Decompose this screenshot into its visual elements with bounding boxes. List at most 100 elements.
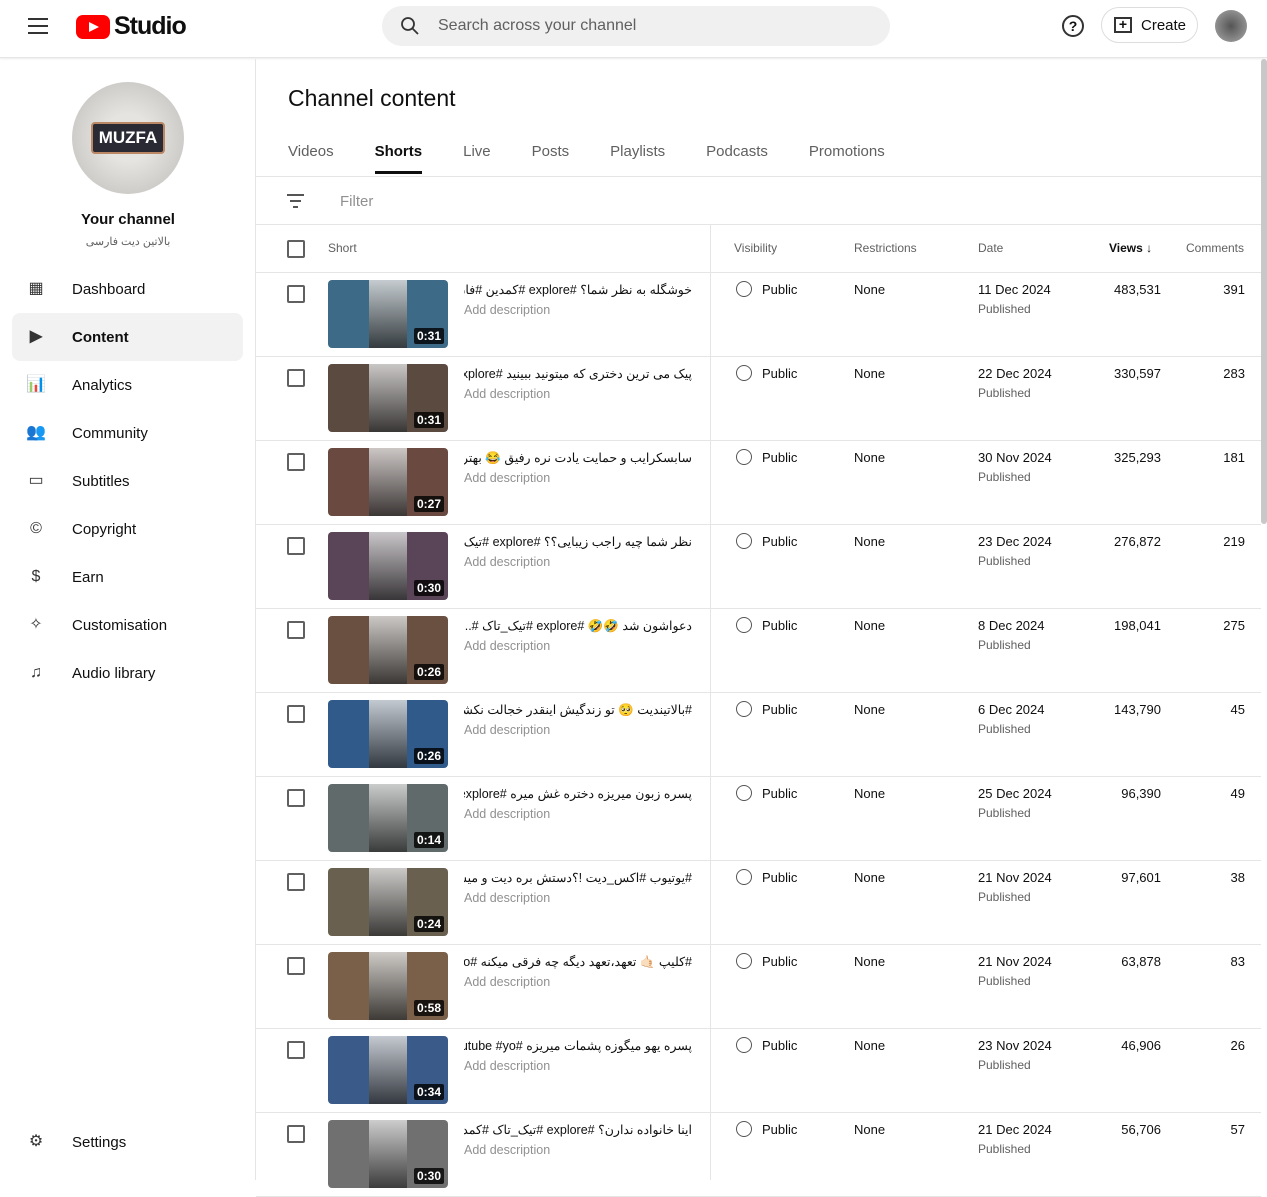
add-description[interactable]: Add description xyxy=(464,891,550,905)
column-restrictions[interactable]: Restrictions xyxy=(854,241,917,255)
add-description[interactable]: Add description xyxy=(464,387,550,401)
table-row[interactable]: 0:34 پسره یهو میگوزه پشمات میریزه #youtu… xyxy=(256,1029,1261,1113)
table-row[interactable]: 0:26 #بالاتیندیت 🥺 تو زندگیش اینقدر خجال… xyxy=(256,693,1261,777)
add-description[interactable]: Add description xyxy=(464,639,550,653)
channel-avatar[interactable]: MUZFA xyxy=(72,82,184,194)
video-thumbnail[interactable]: 0:58 xyxy=(328,952,448,1020)
video-thumbnail[interactable]: 0:31 xyxy=(328,280,448,348)
filter-bar[interactable]: Filter xyxy=(256,177,1267,225)
row-checkbox[interactable] xyxy=(287,705,305,723)
row-checkbox[interactable] xyxy=(287,621,305,639)
video-title[interactable]: #یوتیوب #اکس_دیت !؟دستش بره دیت و میشه ب… xyxy=(464,870,692,885)
column-comments[interactable]: Comments xyxy=(1186,241,1244,255)
add-description[interactable]: Add description xyxy=(464,1059,550,1073)
table-row[interactable]: 0:24 #یوتیوب #اکس_دیت !؟دستش بره دیت و م… xyxy=(256,861,1261,945)
sidebar-item-copyright[interactable]: © Copyright xyxy=(12,505,243,553)
video-title[interactable]: #کلیپ 🤙🏻 تعهد،تعهد دیگه چه فرقی میکنه #e… xyxy=(464,954,692,970)
table-row[interactable]: 0:31 خوشگله به نظر شما؟ #explore #کمدین … xyxy=(256,273,1261,357)
table-row[interactable]: 0:30 نظر شما چیه راجب زیبایی؟؟ #explore … xyxy=(256,525,1261,609)
visibility-value[interactable]: Public xyxy=(762,366,797,381)
scrollbar[interactable] xyxy=(1261,59,1267,524)
sidebar-item-customisation[interactable]: ✧ Customisation xyxy=(12,601,243,649)
video-title[interactable]: #بالاتیندیت 🥺 تو زندگیش اینقدر خجالت نکش… xyxy=(464,702,692,718)
video-thumbnail[interactable]: 0:14 xyxy=(328,784,448,852)
add-description[interactable]: Add description xyxy=(464,807,550,821)
column-visibility[interactable]: Visibility xyxy=(734,241,777,255)
row-checkbox[interactable] xyxy=(287,1041,305,1059)
account-avatar[interactable] xyxy=(1215,10,1247,42)
visibility-value[interactable]: Public xyxy=(762,870,797,885)
filter-icon[interactable] xyxy=(287,194,304,212)
create-button[interactable]: + Create xyxy=(1101,7,1198,43)
row-checkbox[interactable] xyxy=(287,873,305,891)
sidebar-item-audio-library[interactable]: ♫ Audio library xyxy=(12,649,243,697)
video-title[interactable]: پسره یهو میگوزه پشمات میریزه #youtube #y… xyxy=(464,1038,692,1053)
row-checkbox[interactable] xyxy=(287,789,305,807)
add-description[interactable]: Add description xyxy=(464,303,550,317)
tab-videos[interactable]: Videos xyxy=(288,143,334,174)
video-title[interactable]: دعواشون شد 🤣🤣 #explore #تیک_تاک #... xyxy=(464,618,692,634)
sidebar-item-earn[interactable]: $ Earn xyxy=(12,553,243,601)
row-checkbox[interactable] xyxy=(287,369,305,387)
table-row[interactable]: 0:14 پسره زبون میریزه دختره غش میره #exp… xyxy=(256,777,1261,861)
sidebar-item-community[interactable]: 👥 Community xyxy=(12,409,243,457)
tab-promotions[interactable]: Promotions xyxy=(809,143,885,174)
filter-input[interactable]: Filter xyxy=(340,193,373,210)
add-description[interactable]: Add description xyxy=(464,723,550,737)
sidebar-item-settings[interactable]: ⚙ Settings xyxy=(12,1118,243,1166)
tab-playlists[interactable]: Playlists xyxy=(610,143,665,174)
video-title[interactable]: پسره زبون میریزه دختره غش میره #explore … xyxy=(464,786,692,801)
visibility-value[interactable]: Public xyxy=(762,954,797,969)
help-icon[interactable]: ? xyxy=(1062,15,1084,37)
video-thumbnail[interactable]: 0:26 xyxy=(328,616,448,684)
video-title[interactable]: خوشگله به نظر شما؟ #explore #کمدین #فان … xyxy=(464,282,692,297)
menu-icon[interactable] xyxy=(28,18,48,34)
select-all-checkbox[interactable] xyxy=(287,240,305,258)
video-thumbnail[interactable]: 0:24 xyxy=(328,868,448,936)
visibility-value[interactable]: Public xyxy=(762,450,797,465)
visibility-value[interactable]: Public xyxy=(762,534,797,549)
sidebar-item-analytics[interactable]: 📊 Analytics xyxy=(12,361,243,409)
video-thumbnail[interactable]: 0:27 xyxy=(328,448,448,516)
table-row[interactable]: 0:30 اینا خانواده ندارن؟ #explore #تیک_ت… xyxy=(256,1113,1261,1197)
add-description[interactable]: Add description xyxy=(464,471,550,485)
video-thumbnail[interactable]: 0:30 xyxy=(328,1120,448,1188)
sidebar-item-content[interactable]: ▶ Content xyxy=(12,313,243,361)
table-row[interactable]: 0:58 #کلیپ 🤙🏻 تعهد،تعهد دیگه چه فرقی میک… xyxy=(256,945,1261,1029)
sidebar-item-dashboard[interactable]: ▦ Dashboard xyxy=(12,265,243,313)
video-title[interactable]: پیک می ترین دختری که میتونید ببینید #exp… xyxy=(464,366,692,381)
visibility-value[interactable]: Public xyxy=(762,786,797,801)
add-description[interactable]: Add description xyxy=(464,1143,550,1157)
visibility-value[interactable]: Public xyxy=(762,702,797,717)
visibility-value[interactable]: Public xyxy=(762,1122,797,1137)
video-thumbnail[interactable]: 0:31 xyxy=(328,364,448,432)
visibility-value[interactable]: Public xyxy=(762,282,797,297)
row-checkbox[interactable] xyxy=(287,1125,305,1143)
video-thumbnail[interactable]: 0:26 xyxy=(328,700,448,768)
video-thumbnail[interactable]: 0:30 xyxy=(328,532,448,600)
table-row[interactable]: 0:27 سابسکرایب و حمایت یادت نره رفیق 😂 ب… xyxy=(256,441,1261,525)
table-row[interactable]: 0:26 دعواشون شد 🤣🤣 #explore #تیک_تاک #..… xyxy=(256,609,1261,693)
add-description[interactable]: Add description xyxy=(464,555,550,569)
table-row[interactable]: 0:31 پیک می ترین دختری که میتونید ببینید… xyxy=(256,357,1261,441)
column-date[interactable]: Date xyxy=(978,241,1003,255)
studio-logo[interactable]: Studio xyxy=(76,12,187,41)
row-checkbox[interactable] xyxy=(287,957,305,975)
video-title[interactable]: اینا خانواده ندارن؟ #explore #تیک_تاک #ک… xyxy=(464,1122,692,1137)
sidebar-item-subtitles[interactable]: ▭ Subtitles xyxy=(12,457,243,505)
row-checkbox[interactable] xyxy=(287,453,305,471)
add-description[interactable]: Add description xyxy=(464,975,550,989)
search-input[interactable]: Search across your channel xyxy=(382,6,890,46)
row-checkbox[interactable] xyxy=(287,285,305,303)
visibility-value[interactable]: Public xyxy=(762,1038,797,1053)
tab-live[interactable]: Live xyxy=(463,143,491,174)
video-thumbnail[interactable]: 0:34 xyxy=(328,1036,448,1104)
column-views[interactable]: Views ↓ xyxy=(1109,241,1152,255)
tab-podcasts[interactable]: Podcasts xyxy=(706,143,768,174)
video-title[interactable]: نظر شما چیه راجب زیبایی؟؟ #explore #تیک_… xyxy=(464,534,692,549)
row-checkbox[interactable] xyxy=(287,537,305,555)
tab-shorts[interactable]: Shorts xyxy=(374,143,422,174)
tab-posts[interactable]: Posts xyxy=(532,143,570,174)
video-title[interactable]: سابسکرایب و حمایت یادت نره رفیق 😂 بهتر ب… xyxy=(464,450,692,466)
visibility-value[interactable]: Public xyxy=(762,618,797,633)
